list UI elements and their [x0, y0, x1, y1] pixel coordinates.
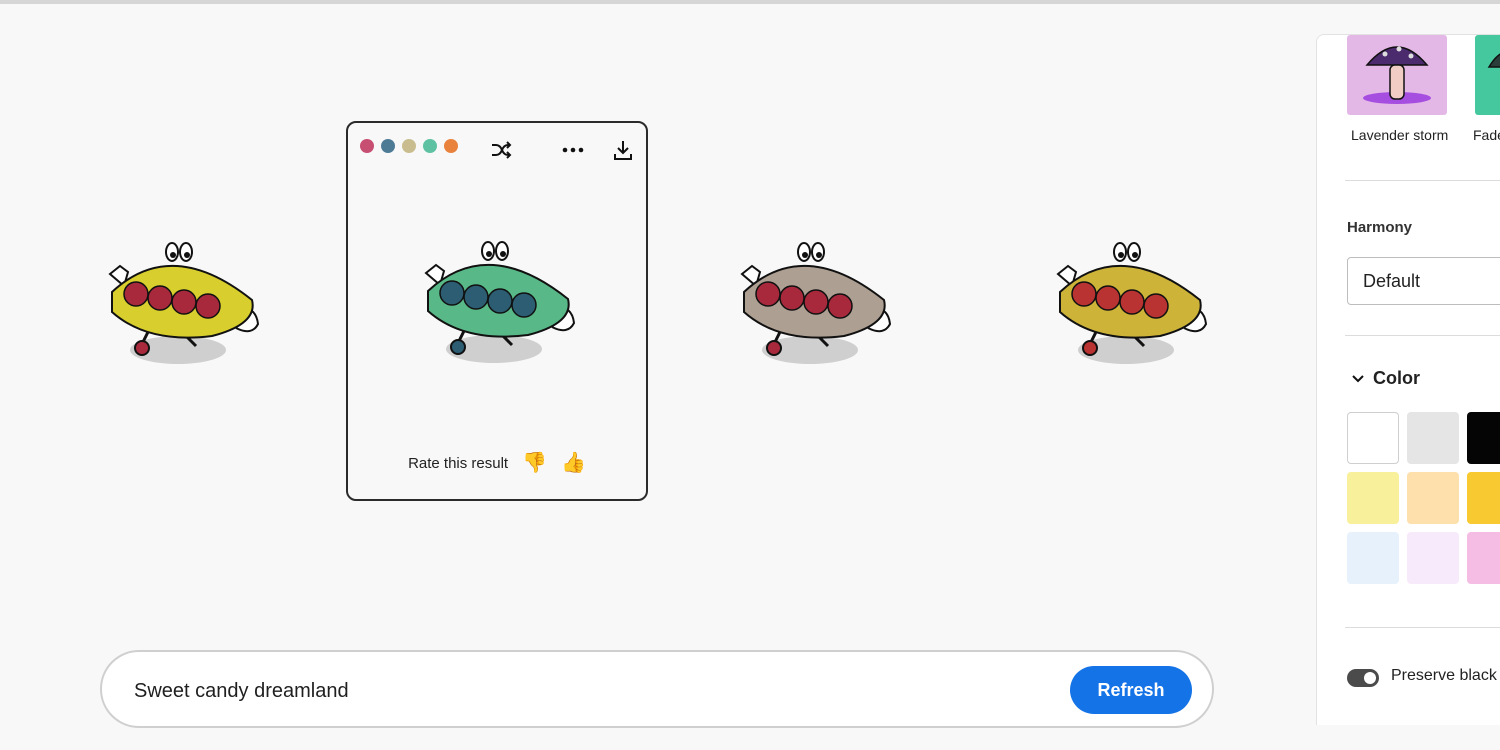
preset-label: Fade — [1473, 127, 1500, 143]
color-swatch-pink[interactable] — [1467, 532, 1500, 584]
generated-variant-1[interactable] — [90, 232, 270, 382]
panel-divider — [1345, 335, 1500, 336]
palette-swatch-5 — [444, 139, 458, 153]
canvas-area: Rate this result 👎 👍 Sweet candy dreamla… — [0, 4, 1316, 750]
color-swatch-pale-yellow[interactable] — [1347, 472, 1399, 524]
color-section-title: Color — [1373, 368, 1420, 388]
hotdog-character-image — [740, 242, 892, 364]
preset-lavender-storm-thumbnail[interactable] — [1347, 35, 1447, 115]
hotdog-character-image — [108, 242, 260, 364]
harmony-label: Harmony — [1347, 219, 1413, 236]
more-icon[interactable] — [560, 137, 586, 163]
color-swatch-pale-blue[interactable] — [1347, 532, 1399, 584]
preset-fade-thumbnail[interactable] — [1475, 35, 1500, 115]
color-swatch-light-gray[interactable] — [1407, 412, 1459, 464]
preserve-black-label: Preserve black a — [1391, 667, 1500, 684]
prompt-input[interactable] — [132, 674, 1016, 708]
palette-swatch-3 — [402, 139, 416, 153]
generated-variant-2[interactable] — [406, 231, 586, 381]
hotdog-character-image — [1056, 242, 1208, 364]
preset-label: Lavender storm — [1351, 127, 1449, 143]
hotdog-character-image — [424, 241, 576, 363]
color-swatch-pale-lilac[interactable] — [1407, 532, 1459, 584]
harmony-select[interactable]: Default — [1347, 257, 1500, 305]
generated-variant-3[interactable] — [722, 232, 902, 382]
rating-row: Rate this result 👎 👍 — [348, 453, 646, 473]
toggle-knob — [1364, 672, 1376, 684]
palette-swatch-2 — [381, 139, 395, 153]
refresh-button[interactable]: Refresh — [1070, 666, 1192, 714]
thumbs-down-icon[interactable]: 👎 — [522, 453, 547, 473]
color-swatch-peach[interactable] — [1407, 472, 1459, 524]
download-icon[interactable] — [610, 137, 636, 163]
palette-swatch-1 — [360, 139, 374, 153]
color-swatch-white[interactable] — [1347, 412, 1399, 464]
panel-divider — [1345, 180, 1500, 181]
color-swatch-yellow[interactable] — [1467, 472, 1500, 524]
panel-divider — [1345, 627, 1500, 628]
color-section-toggle[interactable]: Color — [1351, 368, 1420, 389]
generated-variant-4[interactable] — [1038, 232, 1218, 382]
prompt-bar: Refresh — [100, 650, 1214, 728]
rate-this-result-label: Rate this result — [408, 454, 509, 472]
preserve-black-toggle[interactable] — [1347, 669, 1379, 687]
thumbs-up-icon[interactable]: 👍 — [561, 453, 586, 473]
selected-result-card[interactable]: Rate this result 👎 👍 — [346, 121, 648, 501]
color-swatch-black[interactable] — [1467, 412, 1500, 464]
palette-swatch-4 — [423, 139, 437, 153]
shuffle-icon[interactable] — [488, 137, 514, 163]
chevron-down-icon — [1352, 374, 1364, 382]
harmony-select-value: Default — [1363, 270, 1421, 291]
palette-swatches[interactable] — [360, 139, 458, 153]
settings-panel: Lavender storm Fade Harmony Default Colo… — [1316, 34, 1500, 725]
